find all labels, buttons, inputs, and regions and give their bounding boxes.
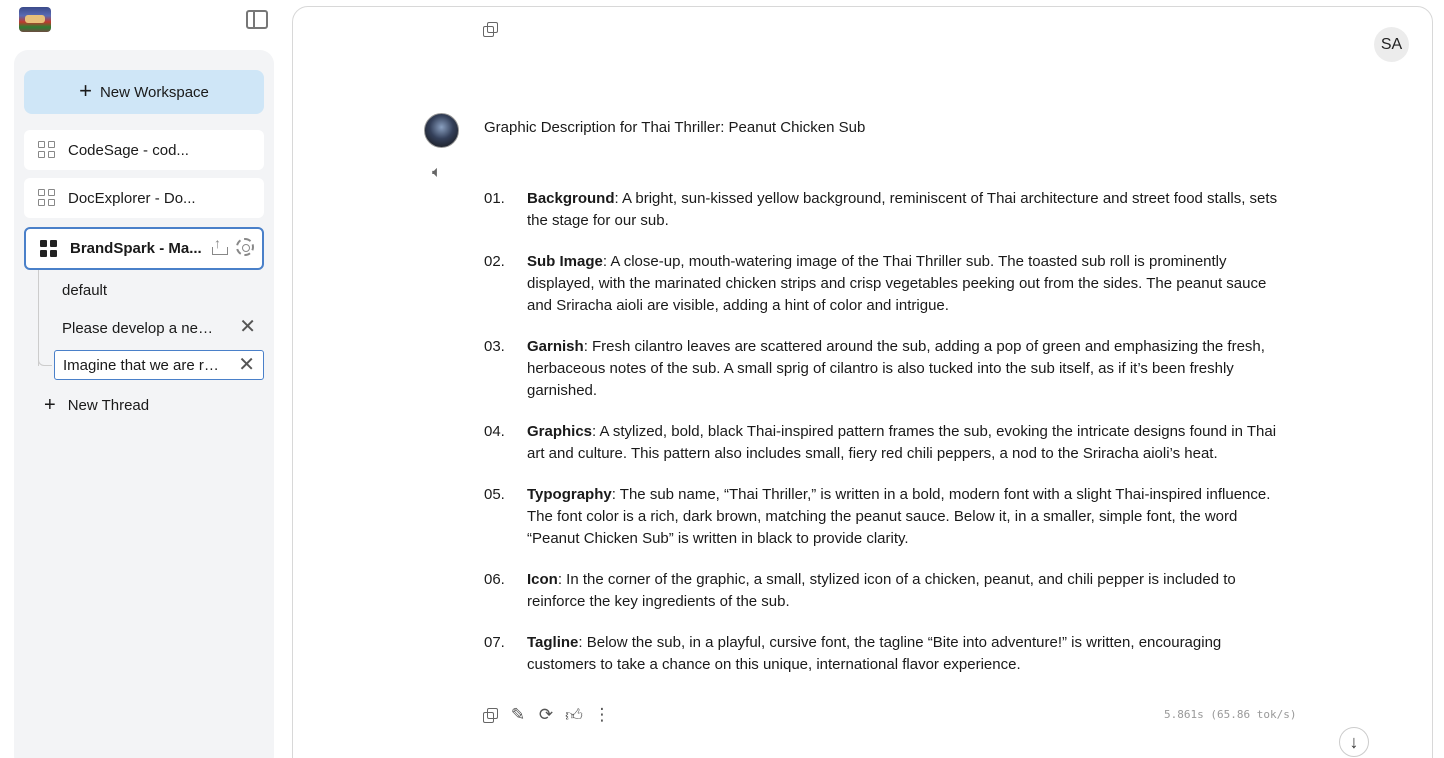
list-text: : A stylized, bold, black Thai-inspired … <box>527 423 1277 462</box>
pencil-icon[interactable]: ✎ <box>510 705 526 724</box>
message-actions: ✎ ⟳ 👍︎ ⋮ <box>482 705 611 725</box>
gear-icon[interactable] <box>236 238 254 256</box>
more-vertical-icon[interactable]: ⋮ <box>594 705 611 724</box>
new-workspace-button[interactable]: + New Workspace <box>24 70 264 114</box>
plus-icon: + <box>79 78 92 103</box>
list-item: 02. Sub Image: A close-up, mouth-waterin… <box>484 251 1284 317</box>
list-term: Garnish <box>527 338 584 355</box>
list-term: Sub Image <box>527 253 603 270</box>
copy-icon[interactable] <box>482 706 498 724</box>
workspace-item-brandspark[interactable]: BrandSpark - Ma... <box>24 227 264 270</box>
thread-item[interactable]: Please develop a new j... ✕ <box>54 313 264 343</box>
list-number: 02. <box>484 253 505 270</box>
workspace-grid-icon <box>38 141 56 159</box>
workspace-grid-icon <box>38 189 56 207</box>
new-workspace-label: New Workspace <box>99 83 209 101</box>
message-title: Graphic Description for Thai Thriller: P… <box>484 119 866 136</box>
list-number: 03. <box>484 338 505 355</box>
arrow-down-icon[interactable]: ↓ <box>1339 727 1369 757</box>
thread-item-selected[interactable]: Imagine that we are ru... ✕ <box>54 350 264 380</box>
list-item: 04. Graphics: A stylized, bold, black Th… <box>484 421 1284 465</box>
list-item: 05. Typography: The sub name, “Thai Thri… <box>484 484 1284 550</box>
list-item: 03. Garnish: Fresh cilantro leaves are s… <box>484 336 1284 402</box>
user-avatar[interactable]: SA <box>1374 27 1409 62</box>
new-thread-button[interactable]: + New Thread <box>44 394 149 416</box>
list-item: 06. Icon: In the corner of the graphic, … <box>484 569 1284 613</box>
workspace-label: CodeSage - cod... <box>68 141 189 159</box>
plus-icon: + <box>44 393 56 416</box>
list-text: : Fresh cilantro leaves are scattered ar… <box>527 338 1265 399</box>
list-term: Typography <box>527 486 612 503</box>
list-text: : The sub name, “Thai Thriller,” is writ… <box>527 486 1271 547</box>
thread-label: Imagine that we are ru... <box>63 356 221 374</box>
close-icon[interactable]: ✕ <box>239 316 256 338</box>
speaker-icon[interactable]: 🔈︎ <box>432 164 442 182</box>
thread-label: default <box>62 281 108 299</box>
workspace-item-docexplorer[interactable]: DocExplorer - Do... <box>24 178 264 218</box>
list-number: 05. <box>484 486 505 503</box>
list-item: 07. Tagline: Below the sub, in a playful… <box>484 632 1284 676</box>
thread-label: Please develop a new j... <box>62 319 220 337</box>
list-text: : A bright, sun-kissed yellow background… <box>527 190 1278 229</box>
list-text: : Below the sub, in a playful, cursive f… <box>527 634 1222 673</box>
list-number: 04. <box>484 423 505 440</box>
list-term: Graphics <box>527 423 593 440</box>
list-text: : A close-up, mouth-watering image of th… <box>527 253 1267 314</box>
list-number: 07. <box>484 634 505 651</box>
workspace-item-codesage[interactable]: CodeSage - cod... <box>24 130 264 170</box>
workspace-label: DocExplorer - Do... <box>68 189 196 207</box>
list-number: 01. <box>484 190 505 207</box>
workspace-label: BrandSpark - Ma... <box>70 240 202 257</box>
copy-icon[interactable] <box>483 22 498 37</box>
list-term: Tagline <box>527 634 579 651</box>
list-term: Background <box>527 190 615 207</box>
workspace-grid-icon <box>40 239 58 258</box>
new-thread-label: New Thread <box>67 396 150 414</box>
list-text: : In the corner of the graphic, a small,… <box>527 571 1236 610</box>
upload-icon[interactable] <box>210 235 228 256</box>
assistant-avatar <box>424 113 459 148</box>
thread-item-default[interactable]: default <box>54 275 264 305</box>
close-icon[interactable]: ✕ <box>238 354 255 376</box>
thread-tree-corner <box>38 350 52 366</box>
app-logo <box>19 7 51 32</box>
list-item: 01. Background: A bright, sun-kissed yel… <box>484 188 1284 232</box>
description-list: 01. Background: A bright, sun-kissed yel… <box>484 188 1284 695</box>
list-number: 06. <box>484 571 505 588</box>
refresh-icon[interactable]: ⟳ <box>538 705 554 724</box>
list-term: Icon <box>527 571 558 588</box>
thumbs-up-icon[interactable]: 👍︎ <box>565 706 583 725</box>
generation-stats: 5.861s (65.86 tok/s) <box>1164 708 1297 721</box>
sidebar-toggle-icon[interactable] <box>246 10 268 29</box>
